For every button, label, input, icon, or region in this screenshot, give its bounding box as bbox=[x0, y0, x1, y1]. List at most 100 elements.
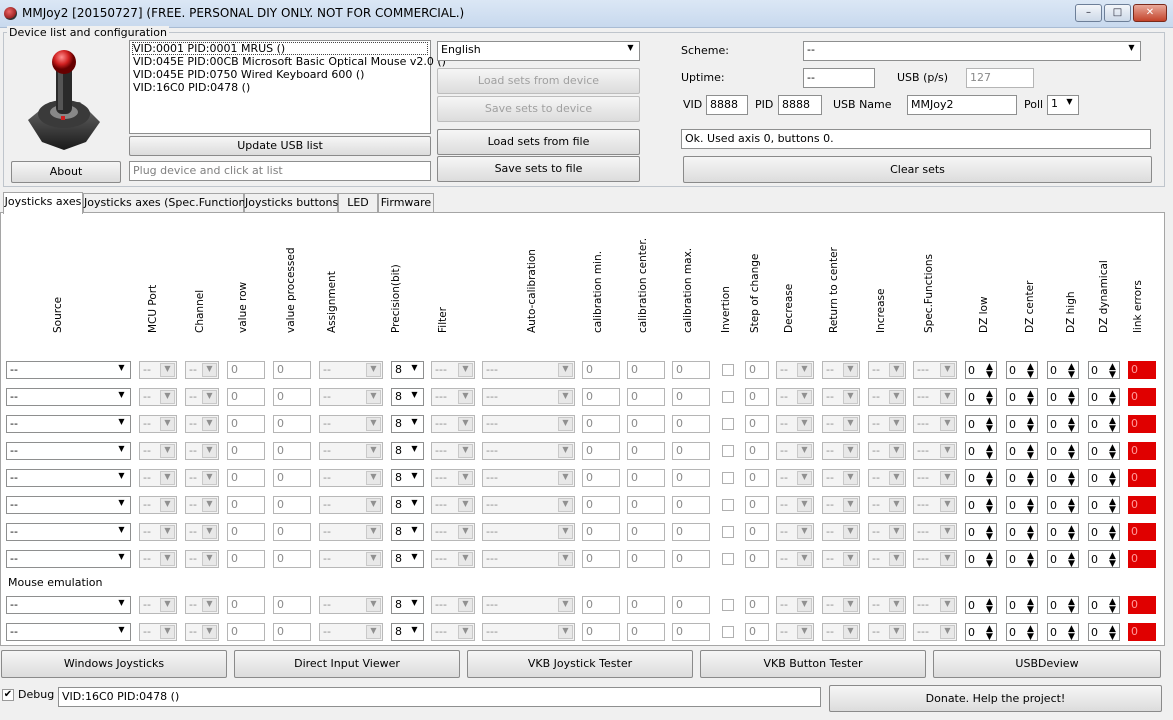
donate-button[interactable]: Donate. Help the project! bbox=[829, 685, 1162, 712]
source-select[interactable]: -- ▼ bbox=[6, 550, 131, 568]
increase-select[interactable]: -- ▼ bbox=[868, 496, 906, 514]
increase-select[interactable]: -- ▼ bbox=[868, 361, 906, 379]
decrease-select[interactable]: -- ▼ bbox=[776, 550, 814, 568]
source-select[interactable]: -- ▼ bbox=[6, 388, 131, 406]
calibration-min-field[interactable]: 0 bbox=[582, 415, 620, 433]
increase-select[interactable]: -- ▼ bbox=[868, 623, 906, 641]
source-select[interactable]: -- ▼ bbox=[6, 442, 131, 460]
filter-select[interactable]: --- ▼ bbox=[431, 596, 475, 614]
dz-dynamical-spinner[interactable]: 0 ▲ ▼ bbox=[1088, 388, 1120, 406]
calibration-center-field[interactable]: 0 bbox=[627, 415, 665, 433]
source-select[interactable]: -- ▼ bbox=[6, 415, 131, 433]
assignment-select[interactable]: -- ▼ bbox=[319, 596, 383, 614]
debug-field[interactable]: VID:16C0 PID:0478 () bbox=[58, 687, 821, 707]
usbdeview-button[interactable]: USBDeview bbox=[933, 650, 1161, 678]
dz-high-spinner[interactable]: 0 ▲ ▼ bbox=[1047, 596, 1079, 614]
dz-center-spinner[interactable]: 0 ▲ ▼ bbox=[1006, 550, 1038, 568]
load-from-device-button[interactable]: Load sets from device bbox=[437, 68, 640, 94]
return-to-center-select[interactable]: -- ▼ bbox=[822, 469, 860, 487]
value-row-field[interactable]: 0 bbox=[227, 496, 265, 514]
list-item[interactable]: VID:16C0 PID:0478 () bbox=[133, 81, 250, 94]
invertion-checkbox[interactable] bbox=[722, 472, 734, 484]
filter-select[interactable]: --- ▼ bbox=[431, 361, 475, 379]
spec-functions-select[interactable]: --- ▼ bbox=[913, 496, 957, 514]
return-to-center-select[interactable]: -- ▼ bbox=[822, 496, 860, 514]
filter-select[interactable]: --- ▼ bbox=[431, 415, 475, 433]
return-to-center-select[interactable]: -- ▼ bbox=[822, 623, 860, 641]
precision-select[interactable]: 8 ▼ bbox=[391, 442, 424, 460]
dz-center-spinner[interactable]: 0 ▲ ▼ bbox=[1006, 415, 1038, 433]
source-select[interactable]: -- ▼ bbox=[6, 469, 131, 487]
mcu-port-select[interactable]: -- ▼ bbox=[139, 596, 177, 614]
calibration-min-field[interactable]: 0 bbox=[582, 469, 620, 487]
calibration-max-field[interactable]: 0 bbox=[672, 469, 710, 487]
increase-select[interactable]: -- ▼ bbox=[868, 550, 906, 568]
dz-low-spinner[interactable]: 0 ▲ ▼ bbox=[965, 442, 997, 460]
close-button[interactable]: ✕ bbox=[1133, 4, 1167, 22]
step-of-change-field[interactable]: 0 bbox=[745, 623, 769, 641]
calibration-max-field[interactable]: 0 bbox=[672, 442, 710, 460]
dz-low-spinner[interactable]: 0 ▲ ▼ bbox=[965, 523, 997, 541]
dz-center-spinner[interactable]: 0 ▲ ▼ bbox=[1006, 596, 1038, 614]
dz-high-spinner[interactable]: 0 ▲ ▼ bbox=[1047, 361, 1079, 379]
value-row-field[interactable]: 0 bbox=[227, 623, 265, 641]
invertion-checkbox[interactable] bbox=[722, 364, 734, 376]
pid-field[interactable]: 8888 bbox=[778, 95, 822, 115]
auto-calibration-select[interactable]: --- ▼ bbox=[482, 388, 575, 406]
assignment-select[interactable]: -- ▼ bbox=[319, 361, 383, 379]
list-item[interactable]: VID:045E PID:0750 Wired Keyboard 600 () bbox=[133, 68, 364, 81]
filter-select[interactable]: --- ▼ bbox=[431, 442, 475, 460]
update-usb-list-button[interactable]: Update USB list bbox=[129, 136, 431, 156]
step-of-change-field[interactable]: 0 bbox=[745, 361, 769, 379]
return-to-center-select[interactable]: -- ▼ bbox=[822, 388, 860, 406]
calibration-max-field[interactable]: 0 bbox=[672, 388, 710, 406]
value-processed-field[interactable]: 0 bbox=[273, 596, 311, 614]
list-item[interactable]: VID:045E PID:00CB Microsoft Basic Optica… bbox=[133, 55, 446, 68]
list-item[interactable]: VID:0001 PID:0001 MRUS () bbox=[133, 42, 285, 55]
precision-select[interactable]: 8 ▼ bbox=[391, 550, 424, 568]
source-select[interactable]: -- ▼ bbox=[6, 623, 131, 641]
increase-select[interactable]: -- ▼ bbox=[868, 388, 906, 406]
source-select[interactable]: -- ▼ bbox=[6, 496, 131, 514]
value-processed-field[interactable]: 0 bbox=[273, 442, 311, 460]
tab-axes-spec-functions[interactable]: Joysticks axes (Spec.Functions) bbox=[83, 193, 256, 213]
decrease-select[interactable]: -- ▼ bbox=[776, 469, 814, 487]
dz-high-spinner[interactable]: 0 ▲ ▼ bbox=[1047, 523, 1079, 541]
dz-dynamical-spinner[interactable]: 0 ▲ ▼ bbox=[1088, 496, 1120, 514]
dz-dynamical-spinner[interactable]: 0 ▲ ▼ bbox=[1088, 523, 1120, 541]
calibration-center-field[interactable]: 0 bbox=[627, 623, 665, 641]
value-row-field[interactable]: 0 bbox=[227, 415, 265, 433]
dz-center-spinner[interactable]: 0 ▲ ▼ bbox=[1006, 623, 1038, 641]
decrease-select[interactable]: -- ▼ bbox=[776, 523, 814, 541]
decrease-select[interactable]: -- ▼ bbox=[776, 442, 814, 460]
tab-joysticks-buttons[interactable]: Joysticks buttons bbox=[244, 193, 338, 213]
dz-low-spinner[interactable]: 0 ▲ ▼ bbox=[965, 623, 997, 641]
device-hint-field[interactable]: Plug device and click at list bbox=[129, 161, 431, 181]
dz-center-spinner[interactable]: 0 ▲ ▼ bbox=[1006, 388, 1038, 406]
calibration-center-field[interactable]: 0 bbox=[627, 550, 665, 568]
calibration-min-field[interactable]: 0 bbox=[582, 496, 620, 514]
dz-center-spinner[interactable]: 0 ▲ ▼ bbox=[1006, 523, 1038, 541]
scheme-select[interactable]: -- ▼ bbox=[803, 41, 1141, 61]
dz-dynamical-spinner[interactable]: 0 ▲ ▼ bbox=[1088, 361, 1120, 379]
return-to-center-select[interactable]: -- ▼ bbox=[822, 361, 860, 379]
invertion-checkbox[interactable] bbox=[722, 418, 734, 430]
value-processed-field[interactable]: 0 bbox=[273, 623, 311, 641]
invertion-checkbox[interactable] bbox=[722, 445, 734, 457]
assignment-select[interactable]: -- ▼ bbox=[319, 469, 383, 487]
mcu-port-select[interactable]: -- ▼ bbox=[139, 550, 177, 568]
assignment-select[interactable]: -- ▼ bbox=[319, 550, 383, 568]
mcu-port-select[interactable]: -- ▼ bbox=[139, 523, 177, 541]
dz-dynamical-spinner[interactable]: 0 ▲ ▼ bbox=[1088, 469, 1120, 487]
dz-high-spinner[interactable]: 0 ▲ ▼ bbox=[1047, 415, 1079, 433]
decrease-select[interactable]: -- ▼ bbox=[776, 596, 814, 614]
calibration-center-field[interactable]: 0 bbox=[627, 523, 665, 541]
value-processed-field[interactable]: 0 bbox=[273, 496, 311, 514]
calibration-max-field[interactable]: 0 bbox=[672, 361, 710, 379]
return-to-center-select[interactable]: -- ▼ bbox=[822, 523, 860, 541]
dz-low-spinner[interactable]: 0 ▲ ▼ bbox=[965, 388, 997, 406]
mcu-port-select[interactable]: -- ▼ bbox=[139, 496, 177, 514]
invertion-checkbox[interactable] bbox=[722, 391, 734, 403]
calibration-max-field[interactable]: 0 bbox=[672, 523, 710, 541]
direct-input-viewer-button[interactable]: Direct Input Viewer bbox=[234, 650, 460, 678]
